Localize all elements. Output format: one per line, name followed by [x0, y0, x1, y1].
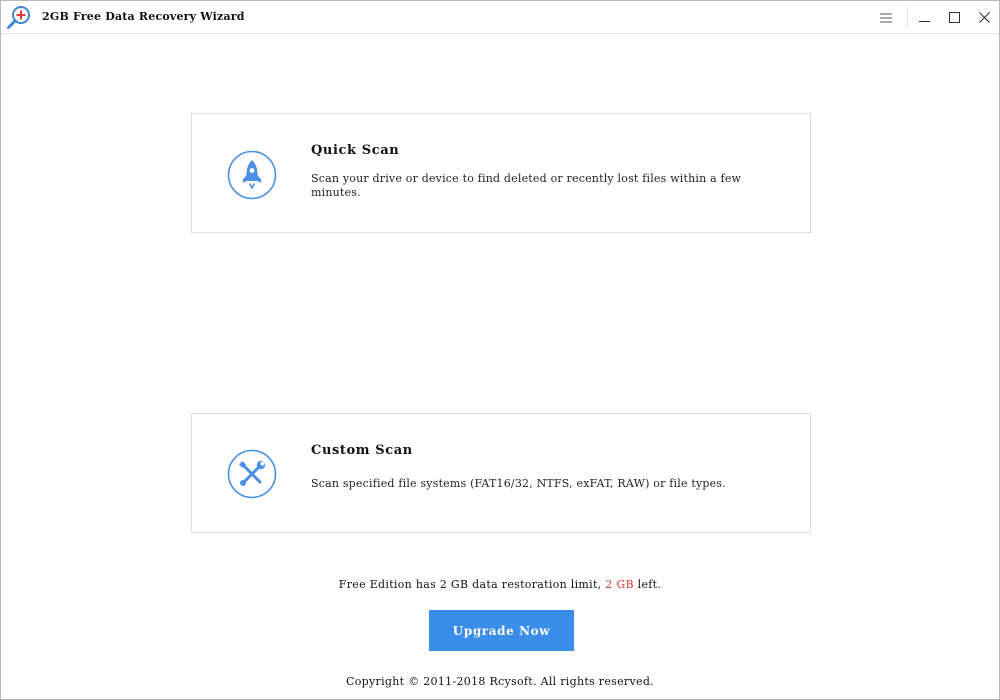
limit-suffix-text: left.	[633, 578, 662, 591]
custom-scan-option[interactable]: Custom Scan Scan specified file systems …	[191, 413, 811, 533]
quick-scan-description: Scan your drive or device to find delete…	[311, 172, 742, 199]
rocket-icon	[227, 150, 277, 200]
upgrade-now-button[interactable]: Upgrade Now	[429, 610, 574, 651]
data-limit-notice: Free Edition has 2 GB data restoration l…	[1, 578, 999, 591]
custom-scan-description: Scan specified file systems (FAT16/32, N…	[311, 477, 726, 490]
menu-button[interactable]	[869, 1, 903, 34]
limit-prefix-text: Free Edition has 2 GB data restoration l…	[338, 578, 606, 591]
quick-scan-option[interactable]: Quick Scan Scan your drive or device to …	[191, 113, 811, 233]
app-window: 2GB Free Data Recovery Wizard Quick Scan…	[0, 0, 1000, 700]
limit-remaining-value: 2 GB	[605, 578, 634, 591]
minimize-button[interactable]	[907, 1, 941, 34]
maximize-icon	[948, 12, 960, 23]
maximize-button[interactable]	[937, 1, 971, 34]
close-button[interactable]	[967, 1, 1000, 34]
minimize-icon	[918, 12, 930, 23]
quick-scan-title: Quick Scan	[311, 143, 400, 158]
magnifier-plus-icon	[6, 5, 32, 31]
tools-icon	[227, 449, 277, 499]
title-bar[interactable]: 2GB Free Data Recovery Wizard	[1, 1, 999, 34]
close-icon	[978, 12, 990, 23]
copyright-text: Copyright © 2011-2018 Rcysoft. All right…	[346, 675, 654, 688]
custom-scan-title: Custom Scan	[311, 443, 413, 458]
window-title: 2GB Free Data Recovery Wizard	[42, 10, 245, 23]
hamburger-menu-icon	[880, 13, 892, 23]
